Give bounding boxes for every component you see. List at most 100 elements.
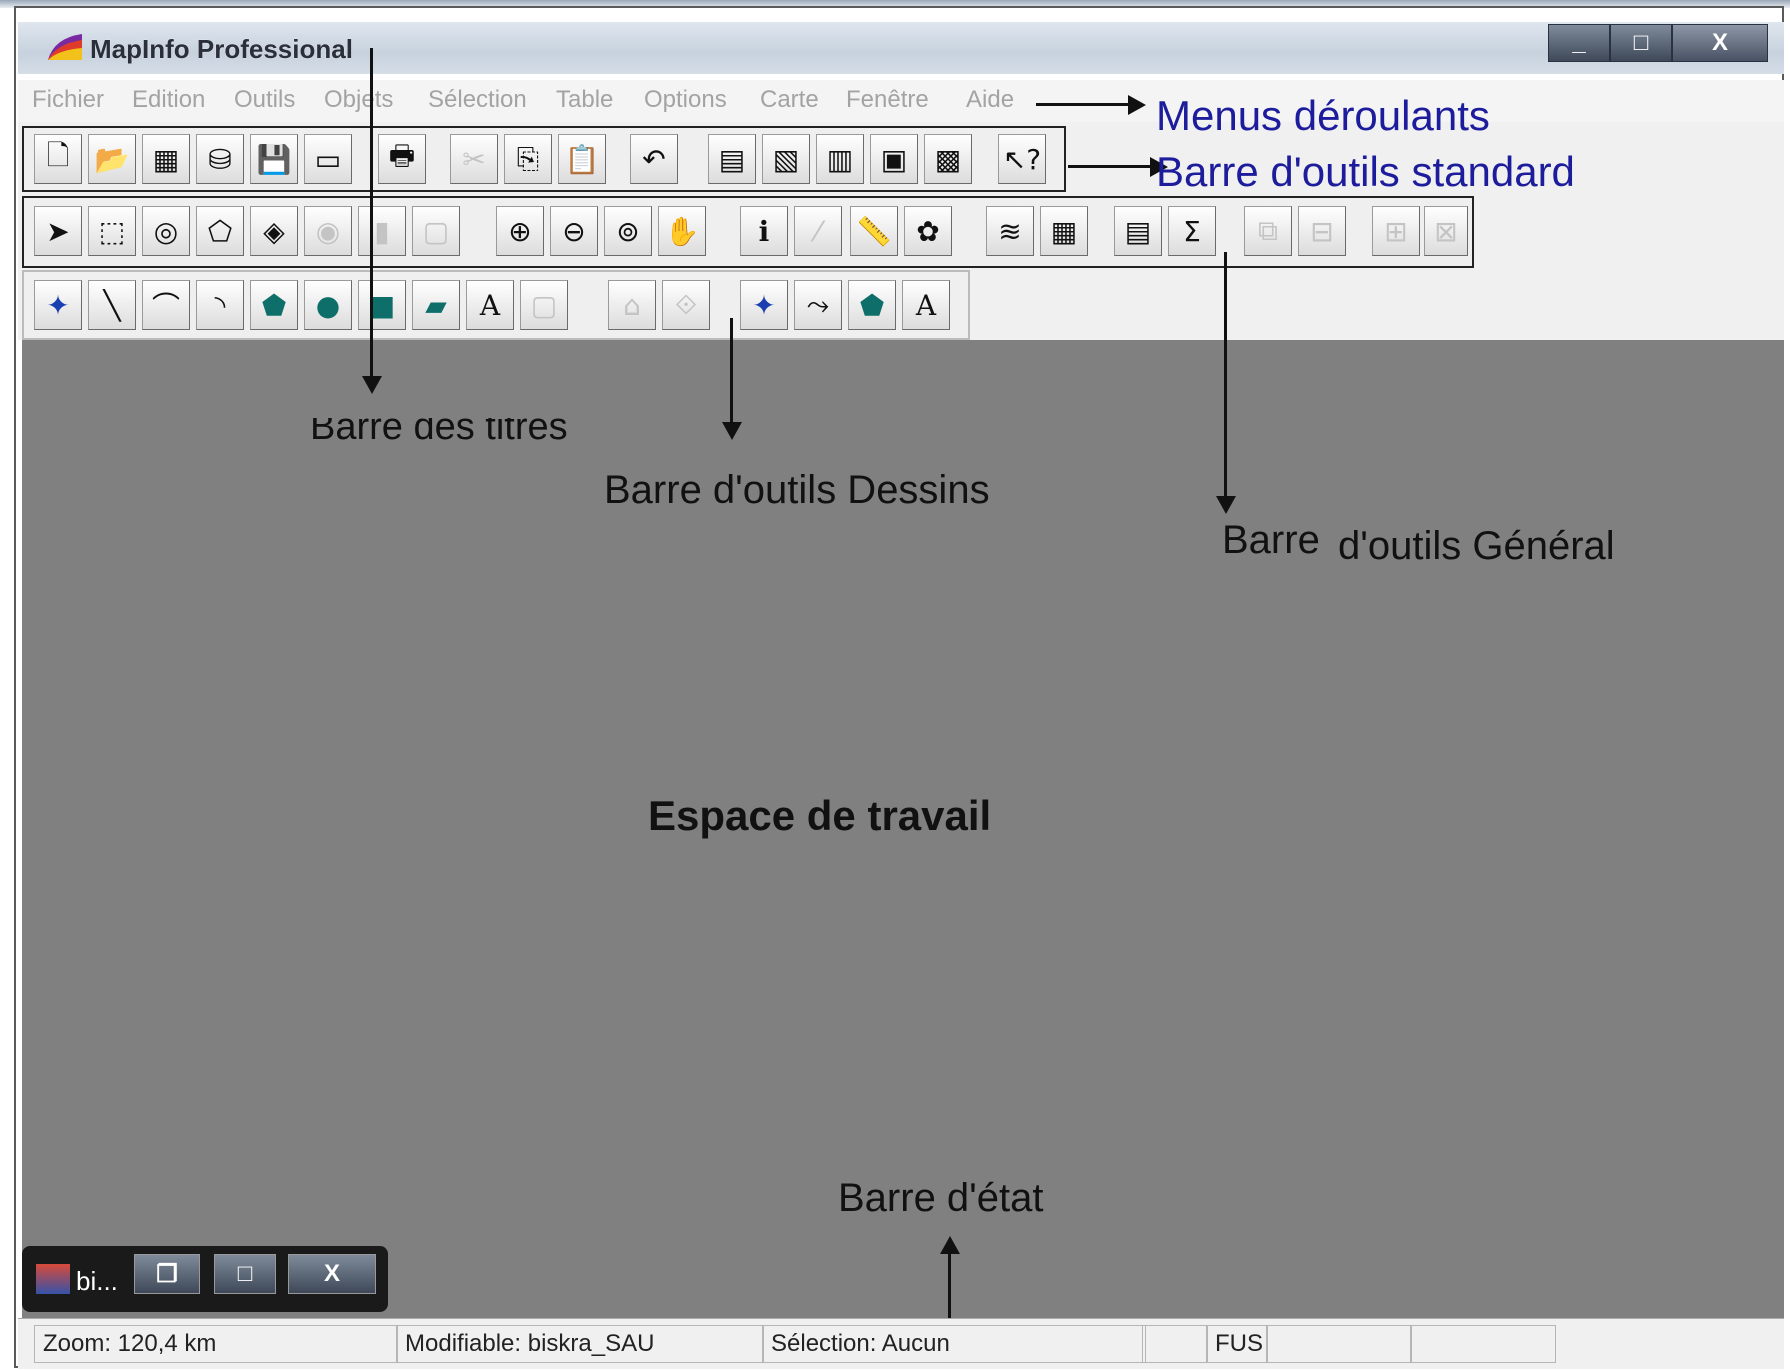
print-icon[interactable]: 🖶 [378, 134, 426, 184]
open-icon[interactable]: 📂 [88, 134, 136, 184]
map-icon[interactable]: ▧ [762, 134, 810, 184]
layout-icon[interactable]: ▣ [870, 134, 918, 184]
annotation-standard-toolbar: Barre d'outils standard [1156, 148, 1575, 195]
layer-control-icon[interactable]: ≋ [986, 206, 1034, 256]
hotlink-icon[interactable]: ⁄ [794, 206, 842, 256]
arrow-title-line [370, 48, 373, 376]
label-icon[interactable]: ✿ [904, 206, 952, 256]
annotation-drawing-toolbar: Barre d'outils Dessins [604, 468, 990, 512]
text-icon[interactable]: A [466, 280, 514, 330]
marquee-select-icon[interactable]: ⬚ [88, 206, 136, 256]
menu-outils[interactable]: Outils [234, 86, 295, 114]
legend-icon[interactable]: ▦ [1040, 206, 1088, 256]
new-icon[interactable]: 🗋 [34, 134, 82, 184]
ellipse-icon[interactable]: ● [304, 280, 352, 330]
menu-edition[interactable]: Edition [132, 86, 205, 114]
change-view-icon[interactable]: ⊚ [604, 206, 652, 256]
save-icon[interactable]: 💾 [250, 134, 298, 184]
menu-bar: Fichier Edition Outils Objets Sélection … [18, 80, 1784, 122]
open-dbms-icon[interactable]: ⛁ [196, 134, 244, 184]
polygon-icon[interactable]: ⬟ [250, 280, 298, 330]
status-empty-3 [1410, 1325, 1556, 1363]
grabber-icon[interactable]: ✋ [658, 206, 706, 256]
mini-maximize-button[interactable]: □ [214, 1254, 276, 1294]
open-workspace-icon[interactable]: ▦ [142, 134, 190, 184]
arrow-menus-line [1036, 103, 1130, 106]
zoom-in-icon[interactable]: ⊕ [496, 206, 544, 256]
paste-icon[interactable]: 📋 [558, 134, 606, 184]
arrow-menus-head [1128, 95, 1146, 115]
help-icon[interactable]: ↖? [998, 134, 1046, 184]
status-bar: Zoom: 120,4 km Modifiable: biskra_SAU Sé… [18, 1318, 1784, 1369]
status-zoom: Zoom: 120,4 km [34, 1325, 398, 1363]
ruler-icon[interactable]: 📏 [850, 206, 898, 256]
title-bar[interactable]: MapInfo Professional _ □ X [18, 22, 1784, 74]
radius-select-icon[interactable]: ◎ [142, 206, 190, 256]
line-style-icon[interactable]: ⤳ [794, 280, 842, 330]
menu-selection[interactable]: Sélection [428, 86, 527, 114]
select-icon[interactable]: ➤ [34, 206, 82, 256]
cut-icon[interactable]: ✂ [450, 134, 498, 184]
workspace[interactable]: Barre des titres Barre d'outils Dessins … [22, 340, 1784, 1318]
menu-carte[interactable]: Carte [760, 86, 819, 114]
graph-icon[interactable]: ▥ [816, 134, 864, 184]
status-editable: Modifiable: biskra_SAU [396, 1325, 764, 1363]
menu-objets[interactable]: Objets [324, 86, 393, 114]
new-window-icon[interactable]: ▭ [304, 134, 352, 184]
menu-table[interactable]: Table [556, 86, 613, 114]
app-logo-icon [48, 34, 82, 60]
zoom-out-icon[interactable]: ⊖ [550, 206, 598, 256]
reshape-icon[interactable]: ⌂ [608, 280, 656, 330]
symbol-style-icon[interactable]: ✦ [740, 280, 788, 330]
symbol-icon[interactable]: ✦ [34, 280, 82, 330]
undo-icon[interactable]: ↶ [630, 134, 678, 184]
invert-select-icon[interactable]: ◉ [304, 206, 352, 256]
standard-toolbar: 🗋 📂 ▦ ⛁ 💾 ▭ 🖶 ✂ ⎘ 📋 ↶ ▤ ▧ ▥ ▣ ▩ ↖? [22, 126, 1066, 192]
arrow-drawing-line [730, 318, 733, 422]
rounded-rect-icon[interactable]: ▰ [412, 280, 460, 330]
clip-region-icon[interactable]: ⊟ [1298, 206, 1346, 256]
minimized-window-label: bi... [76, 1266, 118, 1296]
text-style-icon[interactable]: A [902, 280, 950, 330]
status-selection: Sélection: Aucun [762, 1325, 1146, 1363]
menu-fichier[interactable]: Fichier [32, 86, 104, 114]
annotation-general-toolbar-left: Barre [1222, 518, 1320, 562]
region-style-icon[interactable]: ⬟ [848, 280, 896, 330]
browser-icon[interactable]: ▤ [708, 134, 756, 184]
arrow-general-line [1224, 252, 1227, 496]
frame-icon[interactable]: ▢ [520, 280, 568, 330]
mini-close-button[interactable]: X [288, 1254, 376, 1294]
restore-button[interactable]: ❐ [134, 1254, 200, 1294]
copy-icon[interactable]: ⎘ [504, 134, 552, 184]
annotation-title-bar: Barre des titres [310, 406, 568, 448]
maximize-button[interactable]: □ [1610, 24, 1672, 62]
menu-fenetre[interactable]: Fenêtre [846, 86, 929, 114]
redistrict-add-icon[interactable]: ⊞ [1372, 206, 1420, 256]
redistrict-remove-icon[interactable]: ⊠ [1424, 206, 1468, 256]
menu-aide[interactable]: Aide [966, 86, 1014, 114]
graph-select-icon[interactable]: ▢ [412, 206, 460, 256]
annotation-status-bar: Barre d'état [838, 1176, 1044, 1220]
annotation-general-toolbar-right: d'outils Général [1338, 524, 1615, 568]
arc-icon[interactable]: ◝ [196, 280, 244, 330]
line-icon[interactable]: ╲ [88, 280, 136, 330]
redistrict-icon[interactable]: ▩ [924, 134, 972, 184]
minimized-window[interactable]: bi... ❐ □ X [22, 1246, 388, 1312]
polygon-select-icon[interactable]: ⬠ [196, 206, 244, 256]
info-icon[interactable]: ℹ [740, 206, 788, 256]
rectangle-icon[interactable]: ■ [358, 280, 406, 330]
minimize-button[interactable]: _ [1548, 24, 1610, 62]
drawing-toolbar: ✦ ╲ ⌒ ◝ ⬟ ● ■ ▰ A ▢ ⌂ ⟐ ✦ ⤳ ⬟ A [22, 270, 970, 340]
add-node-icon[interactable]: ⟐ [662, 280, 710, 330]
label-select-icon[interactable]: ▮ [358, 206, 406, 256]
status-empty-1 [1142, 1325, 1208, 1363]
arrow-general-head [1216, 496, 1236, 514]
sum-icon[interactable]: Σ [1168, 206, 1216, 256]
boundary-select-icon[interactable]: ◈ [250, 206, 298, 256]
polyline-icon[interactable]: ⌒ [142, 280, 190, 330]
workspace-title: Espace de travail [648, 792, 992, 839]
drag-window-icon[interactable]: ⧉ [1244, 206, 1292, 256]
close-button[interactable]: X [1672, 24, 1768, 62]
menu-options[interactable]: Options [644, 86, 727, 114]
statistics-icon[interactable]: ▤ [1114, 206, 1162, 256]
